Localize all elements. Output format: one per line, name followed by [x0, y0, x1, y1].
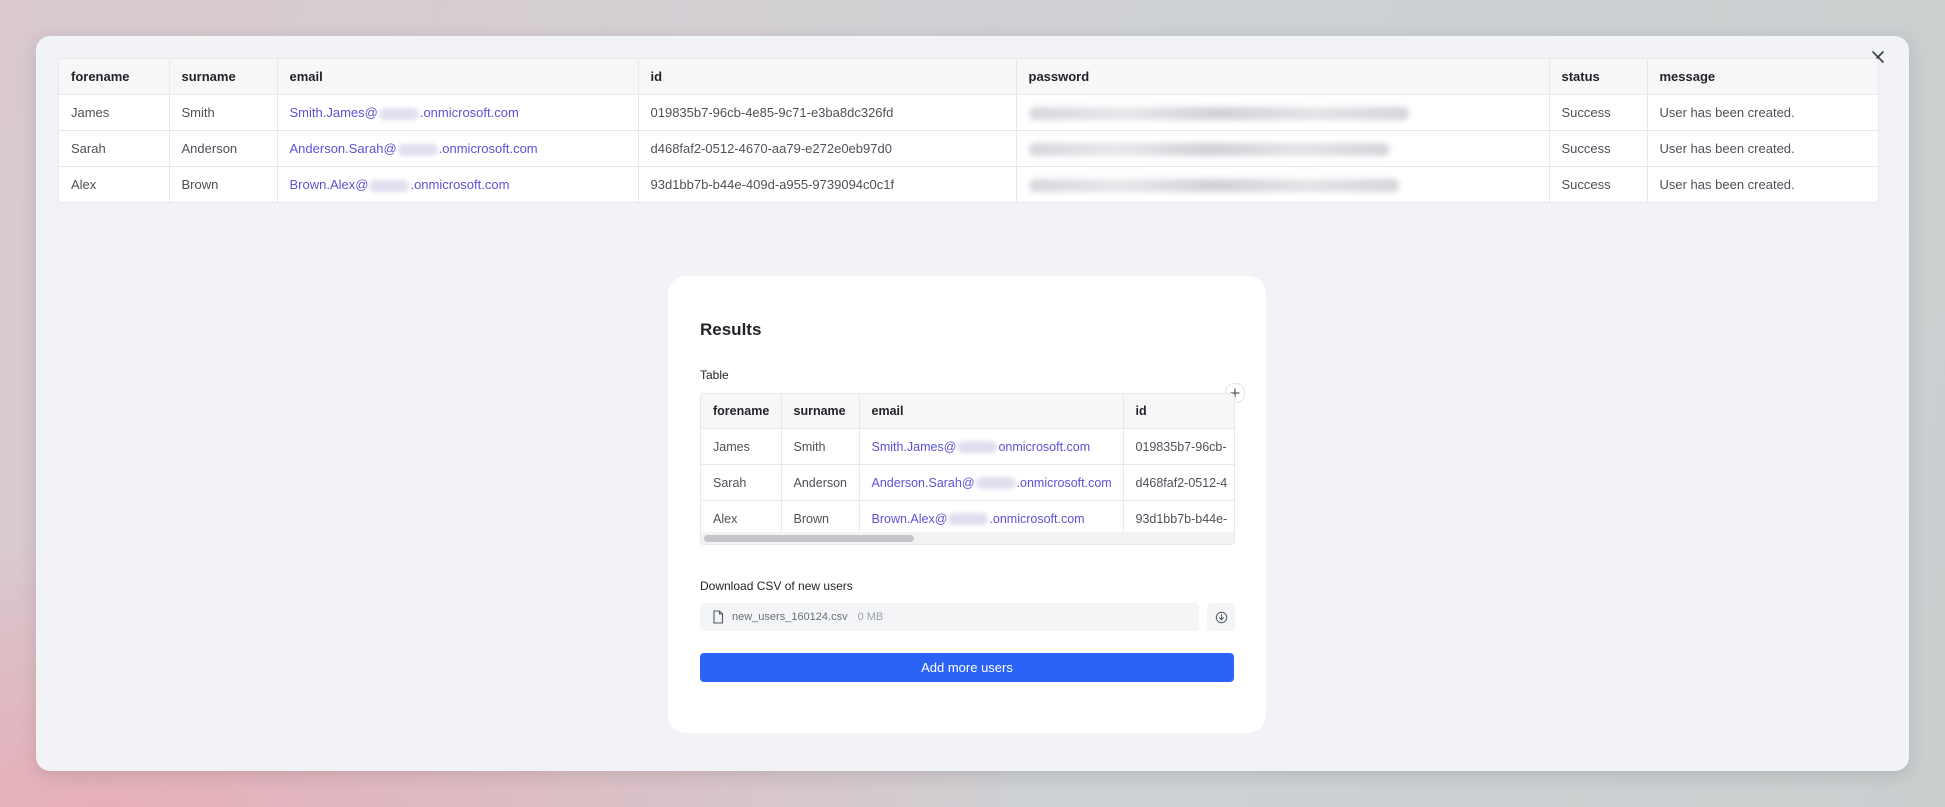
column-header-email: email — [859, 394, 1124, 429]
cell-email[interactable]: Anderson.Sarah@ .onmicrosoft.com — [277, 130, 639, 167]
column-header-message: message — [1647, 59, 1878, 95]
email-link-prefix[interactable]: Anderson.Sarah@ — [872, 476, 975, 490]
cell-id: 93d1bb7b-b44e-409d-a955-9739094c0c1f — [638, 166, 1017, 202]
column-header-email: email — [277, 59, 639, 95]
email-link-prefix[interactable]: Brown.Alex@ — [290, 177, 369, 192]
cell-email[interactable]: Smith.James@ onmicrosoft.com — [859, 428, 1124, 465]
email-link-suffix[interactable]: .onmicrosoft.com — [439, 141, 538, 156]
csv-file-item[interactable]: new_users_160124.csv 0 MB — [700, 603, 1199, 631]
file-icon — [712, 610, 724, 624]
column-header-id: id — [638, 59, 1017, 95]
column-header-id: id — [1123, 394, 1234, 429]
redacted-domain — [948, 513, 989, 526]
horizontal-scrollbar[interactable] — [701, 532, 1234, 544]
cell-surname: Smith — [781, 428, 860, 465]
table-header-row: forename surname email id password statu… — [59, 59, 1878, 95]
redacted-domain — [397, 143, 438, 156]
table-row: Sarah Anderson Anderson.Sarah@ .onmicroso… — [59, 130, 1878, 167]
cell-message: User has been created. — [1647, 94, 1878, 131]
redacted-password — [1028, 179, 1399, 193]
cell-id: 019835b7-96cb- — [1123, 428, 1234, 465]
results-title: Results — [700, 320, 762, 339]
column-header-forename: forename — [701, 394, 782, 429]
cell-password — [1016, 130, 1550, 167]
email-link-prefix[interactable]: Brown.Alex@ — [872, 512, 948, 526]
email-link-suffix[interactable]: .onmicrosoft.com — [410, 177, 509, 192]
cell-surname: Smith — [169, 94, 278, 131]
redacted-domain — [378, 107, 419, 120]
cell-email[interactable]: Anderson.Sarah@ .onmicrosoft.com — [859, 464, 1124, 501]
cell-id: d468faf2-0512-4 — [1123, 464, 1234, 501]
results-card: Results Table forename surname email id — [668, 276, 1266, 733]
cell-forename: Sarah — [59, 130, 170, 167]
column-header-password: password — [1016, 59, 1550, 95]
cell-password — [1016, 166, 1550, 202]
cell-password — [1016, 94, 1550, 131]
cell-forename: James — [59, 94, 170, 131]
cell-status: Success — [1549, 130, 1648, 167]
table-header-row: forename surname email id — [701, 394, 1234, 429]
file-name: new_users_160124.csv — [732, 611, 848, 623]
email-link-prefix[interactable]: Smith.James@ — [290, 105, 378, 120]
column-header-surname: surname — [781, 394, 860, 429]
cell-status: Success — [1549, 166, 1648, 202]
email-link-suffix[interactable]: .onmicrosoft.com — [1017, 476, 1112, 490]
email-link-suffix[interactable]: .onmicrosoft.com — [420, 105, 519, 120]
cell-surname: Anderson — [781, 464, 860, 501]
cell-id: d468faf2-0512-4670-aa79-e272e0eb97d0 — [638, 130, 1017, 167]
column-header-surname: surname — [169, 59, 278, 95]
cell-status: Success — [1549, 94, 1648, 131]
download-button[interactable] — [1207, 603, 1235, 631]
redacted-password — [1028, 107, 1409, 121]
cell-email[interactable]: Brown.Alex@ .onmicrosoft.com — [277, 166, 639, 202]
redacted-domain — [957, 441, 998, 454]
cell-forename: Alex — [59, 166, 170, 202]
download-icon — [1215, 611, 1227, 623]
email-link-prefix[interactable]: Smith.James@ — [872, 440, 957, 454]
users-table: forename surname email id password statu… — [58, 58, 1879, 203]
table-row: Sarah Anderson Anderson.Sarah@ .onmicroso… — [701, 464, 1234, 501]
file-size: 0 MB — [857, 611, 884, 623]
cell-message: User has been created. — [1659, 177, 1795, 192]
add-more-users-button[interactable]: Add more users — [700, 653, 1234, 682]
table-row: James Smith Smith.James@ .onmicrosoft.com… — [59, 94, 1878, 131]
cell-forename: Sarah — [701, 464, 782, 501]
cell-email[interactable]: Smith.James@ .onmicrosoft.com — [277, 94, 639, 131]
column-header-status: status — [1549, 59, 1648, 95]
column-header-forename: forename — [59, 59, 170, 95]
csv-download-label: Download CSV of new users — [700, 579, 853, 593]
results-table-preview[interactable]: forename surname email id James Smith Sm… — [700, 393, 1235, 545]
scrollbar-thumb[interactable] — [704, 535, 914, 542]
email-link-prefix[interactable]: Anderson.Sarah@ — [290, 141, 397, 156]
cell-forename: James — [701, 428, 782, 465]
email-link-suffix[interactable]: onmicrosoft.com — [998, 440, 1090, 454]
table-row: Alex Brown Brown.Alex@ .onmicrosoft.com 9… — [59, 166, 1878, 202]
table-label: Table — [700, 368, 729, 382]
cell-message: User has been created. — [1647, 130, 1878, 167]
email-link-suffix[interactable]: .onmicrosoft.com — [989, 512, 1084, 526]
redacted-password — [1028, 143, 1389, 157]
cell-id: 019835b7-96cb-4e85-9c71-e3ba8dc326fd — [638, 94, 1017, 131]
cell-surname: Brown — [169, 166, 278, 202]
cell-surname: Anderson — [169, 130, 278, 167]
redacted-domain — [975, 477, 1016, 490]
redacted-domain — [369, 179, 410, 192]
table-row: James Smith Smith.James@ onmicrosoft.com … — [701, 428, 1234, 465]
results-modal: forename surname email id password statu… — [36, 36, 1909, 771]
